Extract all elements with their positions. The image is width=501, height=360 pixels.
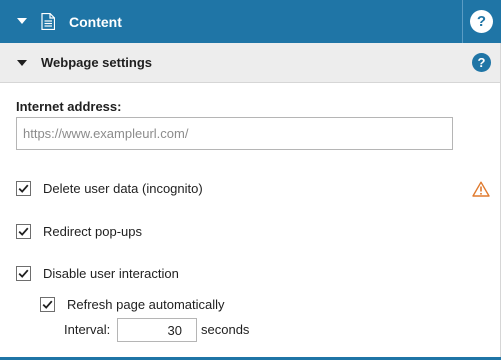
internet-address-label: Internet address:: [16, 99, 122, 114]
warning-icon: [472, 181, 490, 197]
section-title: Webpage settings: [41, 55, 153, 70]
delete-user-data-checkbox[interactable]: [16, 181, 31, 196]
header-divider: [462, 0, 463, 43]
disable-user-interaction-label: Disable user interaction: [43, 266, 179, 281]
interval-input[interactable]: [117, 318, 197, 342]
interval-unit-label: seconds: [201, 322, 250, 337]
help-icon[interactable]: ?: [470, 10, 493, 33]
interval-label: Interval:: [64, 322, 111, 337]
checkmark-icon: [18, 184, 29, 193]
webpage-settings-header[interactable]: Webpage settings ?: [0, 43, 501, 83]
refresh-page-checkbox[interactable]: [40, 297, 55, 312]
content-panel-header[interactable]: Content ?: [0, 0, 501, 43]
redirect-popups-label: Redirect pop-ups: [43, 224, 142, 239]
checkmark-icon: [42, 300, 53, 309]
redirect-popups-checkbox[interactable]: [16, 224, 31, 239]
collapse-triangle-icon[interactable]: [17, 18, 27, 24]
panel-title: Content: [69, 14, 122, 30]
checkmark-icon: [18, 269, 29, 278]
checkmark-icon: [18, 227, 29, 236]
section-help-icon[interactable]: ?: [472, 53, 491, 72]
delete-user-data-label: Delete user data (incognito): [43, 181, 203, 196]
disable-user-interaction-checkbox[interactable]: [16, 266, 31, 281]
refresh-page-label: Refresh page automatically: [67, 297, 225, 312]
collapse-triangle-icon[interactable]: [17, 60, 27, 66]
document-icon: [41, 13, 55, 30]
internet-address-input[interactable]: [16, 117, 453, 150]
